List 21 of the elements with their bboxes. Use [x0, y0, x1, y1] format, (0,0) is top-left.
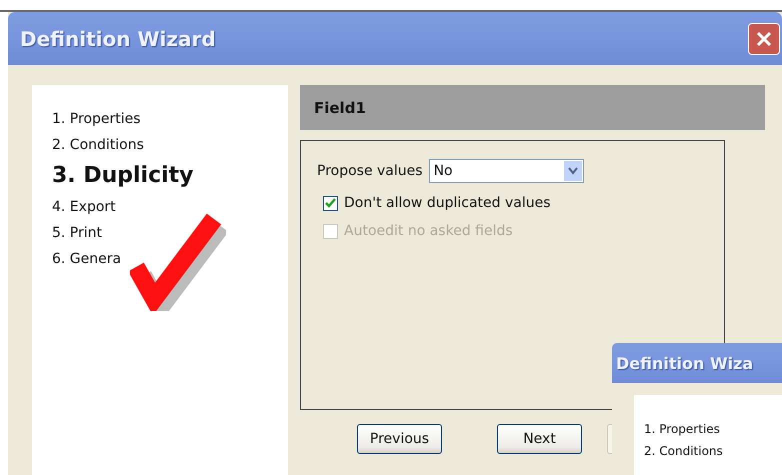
checkbox-label: Autoedit no asked fields: [344, 223, 513, 239]
step-item[interactable]: 2. Conditions: [644, 443, 782, 459]
chevron-down-icon: [568, 167, 578, 175]
propose-dropdown[interactable]: No: [428, 159, 584, 183]
step-item[interactable]: 6. Genera: [52, 249, 122, 269]
window-title: Definition Wiza: [616, 354, 754, 372]
checkbox-label: Don't allow duplicated values: [344, 195, 551, 211]
checkbox[interactable]: [323, 196, 338, 210]
step-item[interactable]: 2. Conditions: [52, 135, 144, 155]
propose-label: Propose values: [317, 163, 423, 179]
window-title: Definition Wizard: [20, 26, 216, 50]
step-item[interactable]: 5. Print: [52, 223, 102, 243]
step-item[interactable]: 3. Duplicity: [52, 161, 194, 191]
step-item[interactable]: 1. Properties: [644, 421, 782, 437]
close-icon: [755, 30, 773, 48]
step-item[interactable]: 4. Export: [52, 197, 116, 217]
field-header: Field1: [300, 85, 765, 130]
close-button[interactable]: [748, 22, 780, 54]
wizard-button[interactable]: Next: [497, 424, 582, 454]
wizard-button[interactable]: Previous: [357, 424, 442, 454]
step-item[interactable]: 1. Properties: [52, 109, 141, 129]
